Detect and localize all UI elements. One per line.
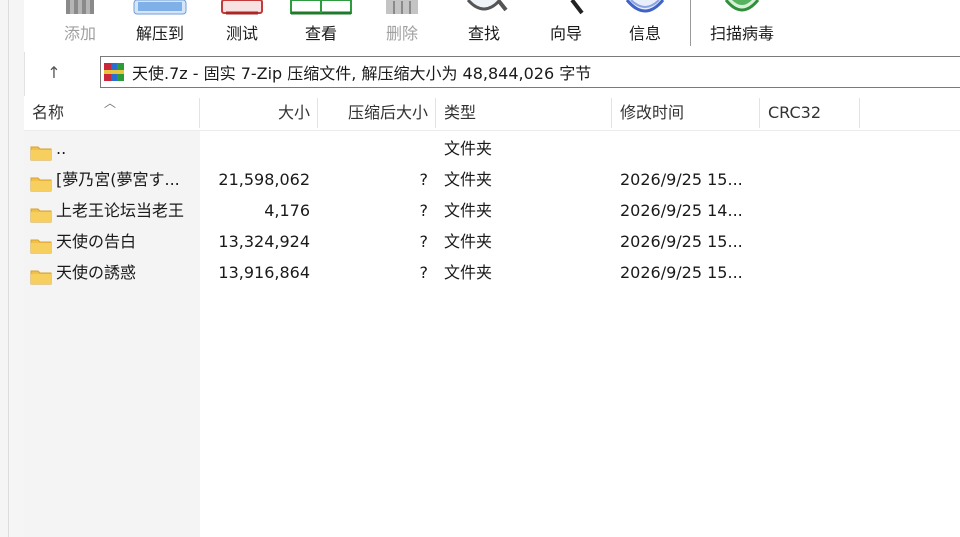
add-button[interactable]: 添加 [56,0,104,50]
file-size: 21,598,062 [218,170,310,189]
column-packed-label: 压缩后大小 [347,103,428,122]
file-type: 文件夹 [444,170,493,189]
find-button[interactable]: 查找 [460,0,508,50]
wizard-icon [542,0,590,16]
test-icon [218,0,266,16]
file-name: .. [56,139,67,158]
file-type: 文件夹 [444,232,493,251]
file-name-cell: 天使の誘惑 [30,257,200,288]
folder-icon [30,202,52,223]
wizard-label: 向导 [549,24,582,43]
file-row[interactable]: 天使の誘惑 13,916,864 ? 文件夹 2026/9/25 15... [24,257,960,288]
test-button[interactable]: 测试 [218,0,266,50]
file-size: 4,176 [264,201,310,220]
extract-icon [130,0,190,16]
file-modified: 2026/9/25 15... [620,170,743,189]
file-name-cell: [夢乃宮(夢宮す... [30,164,200,195]
file-name: 天使の告白 [56,232,137,251]
delete-icon [378,0,426,16]
file-packed-size: ? [419,170,429,189]
column-header-type[interactable]: 类型 [436,96,612,130]
delete-label: 删除 [385,24,418,43]
file-name-cell: 天使の告白 [30,226,200,257]
wizard-button[interactable]: 向导 [542,0,590,50]
column-header: ︿ 名称 大小 压缩后大小 类型 修改时间 CRC32 [24,96,960,131]
file-row[interactable]: [夢乃宮(夢宮す... 21,598,062 ? 文件夹 2026/9/25 1… [24,164,960,195]
toolbar: 添加 解压到 测试 查看 删除 查找 向导 信息 扫描病毒 [24,0,960,52]
column-header-crc[interactable]: CRC32 [760,96,860,130]
column-crc-label: CRC32 [768,103,822,122]
file-row[interactable]: .. 文件夹 [24,133,960,164]
file-name-cell: 上老王论坛当老王 [30,195,200,226]
view-icon [289,0,353,16]
file-name-cell: .. [30,133,200,164]
file-packed-size: ? [419,201,429,220]
folder-icon [30,233,52,254]
file-name: [夢乃宮(夢宮す... [56,170,180,189]
column-size-label: 大小 [277,103,310,122]
column-header-modified[interactable]: 修改时间 [612,96,760,130]
column-divider[interactable] [859,98,860,128]
file-list: .. 文件夹 [夢乃宮(夢宮す... 21,598,062 ? 文件夹 2026… [24,133,960,288]
file-packed-size: ? [419,263,429,282]
file-packed-size [318,133,428,164]
test-label: 测试 [225,24,258,43]
toolbar-separator [690,0,691,46]
scan-virus-label: 扫描病毒 [709,24,774,43]
find-label: 查找 [467,24,500,43]
file-modified: 2026/9/25 15... [620,263,743,282]
file-row[interactable]: 上老王论坛当老王 4,176 ? 文件夹 2026/9/25 14... [24,195,960,226]
file-name: 天使の誘惑 [56,263,137,282]
file-modified: 2026/9/25 14... [620,201,743,220]
folder-icon [30,264,52,285]
info-label: 信息 [628,24,661,43]
find-icon [460,0,508,16]
extract-to-button[interactable]: 解压到 [130,0,190,50]
folder-icon [30,140,52,161]
column-header-name[interactable]: ︿ 名称 [24,96,200,130]
folder-icon [30,171,52,192]
extract-to-label: 解压到 [135,24,184,43]
file-type: 文件夹 [444,139,493,158]
archive-icon [104,63,124,81]
sort-ascending-icon: ︿ [104,96,117,110]
file-packed-size: ? [419,232,429,251]
info-icon [621,0,669,16]
column-header-packed[interactable]: 压缩后大小 [318,96,436,130]
file-size [200,133,310,164]
column-modified-label: 修改时间 [620,103,685,122]
view-button[interactable]: 查看 [289,0,353,50]
file-modified [620,133,770,164]
scan-virus-button[interactable]: 扫描病毒 [704,0,780,50]
file-type: 文件夹 [444,263,493,282]
up-level-button[interactable]: ↑ [42,63,66,83]
add-icon [56,0,104,16]
add-label: 添加 [63,24,96,43]
column-name-label: 名称 [32,103,65,122]
info-button[interactable]: 信息 [621,0,669,50]
file-size: 13,916,864 [218,263,310,282]
scan-virus-icon [704,0,780,16]
file-size: 13,324,924 [218,232,310,251]
column-header-size[interactable]: 大小 [200,96,318,130]
window-left-edge [0,0,25,537]
edge-line [8,0,9,537]
address-bar[interactable]: 天使.7z - 固实 7-Zip 压缩文件, 解压缩大小为 48,844,026… [100,56,960,88]
address-path: 天使.7z - 固实 7-Zip 压缩文件, 解压缩大小为 48,844,026… [132,64,592,83]
file-row[interactable]: 天使の告白 13,324,924 ? 文件夹 2026/9/25 15... [24,226,960,257]
view-label: 查看 [304,24,337,43]
file-name: 上老王论坛当老王 [56,201,185,220]
address-row: ↑ 天使.7z - 固实 7-Zip 压缩文件, 解压缩大小为 48,844,0… [24,54,960,92]
file-type: 文件夹 [444,201,493,220]
file-modified: 2026/9/25 15... [620,232,743,251]
delete-button[interactable]: 删除 [378,0,426,50]
column-type-label: 类型 [444,103,477,122]
